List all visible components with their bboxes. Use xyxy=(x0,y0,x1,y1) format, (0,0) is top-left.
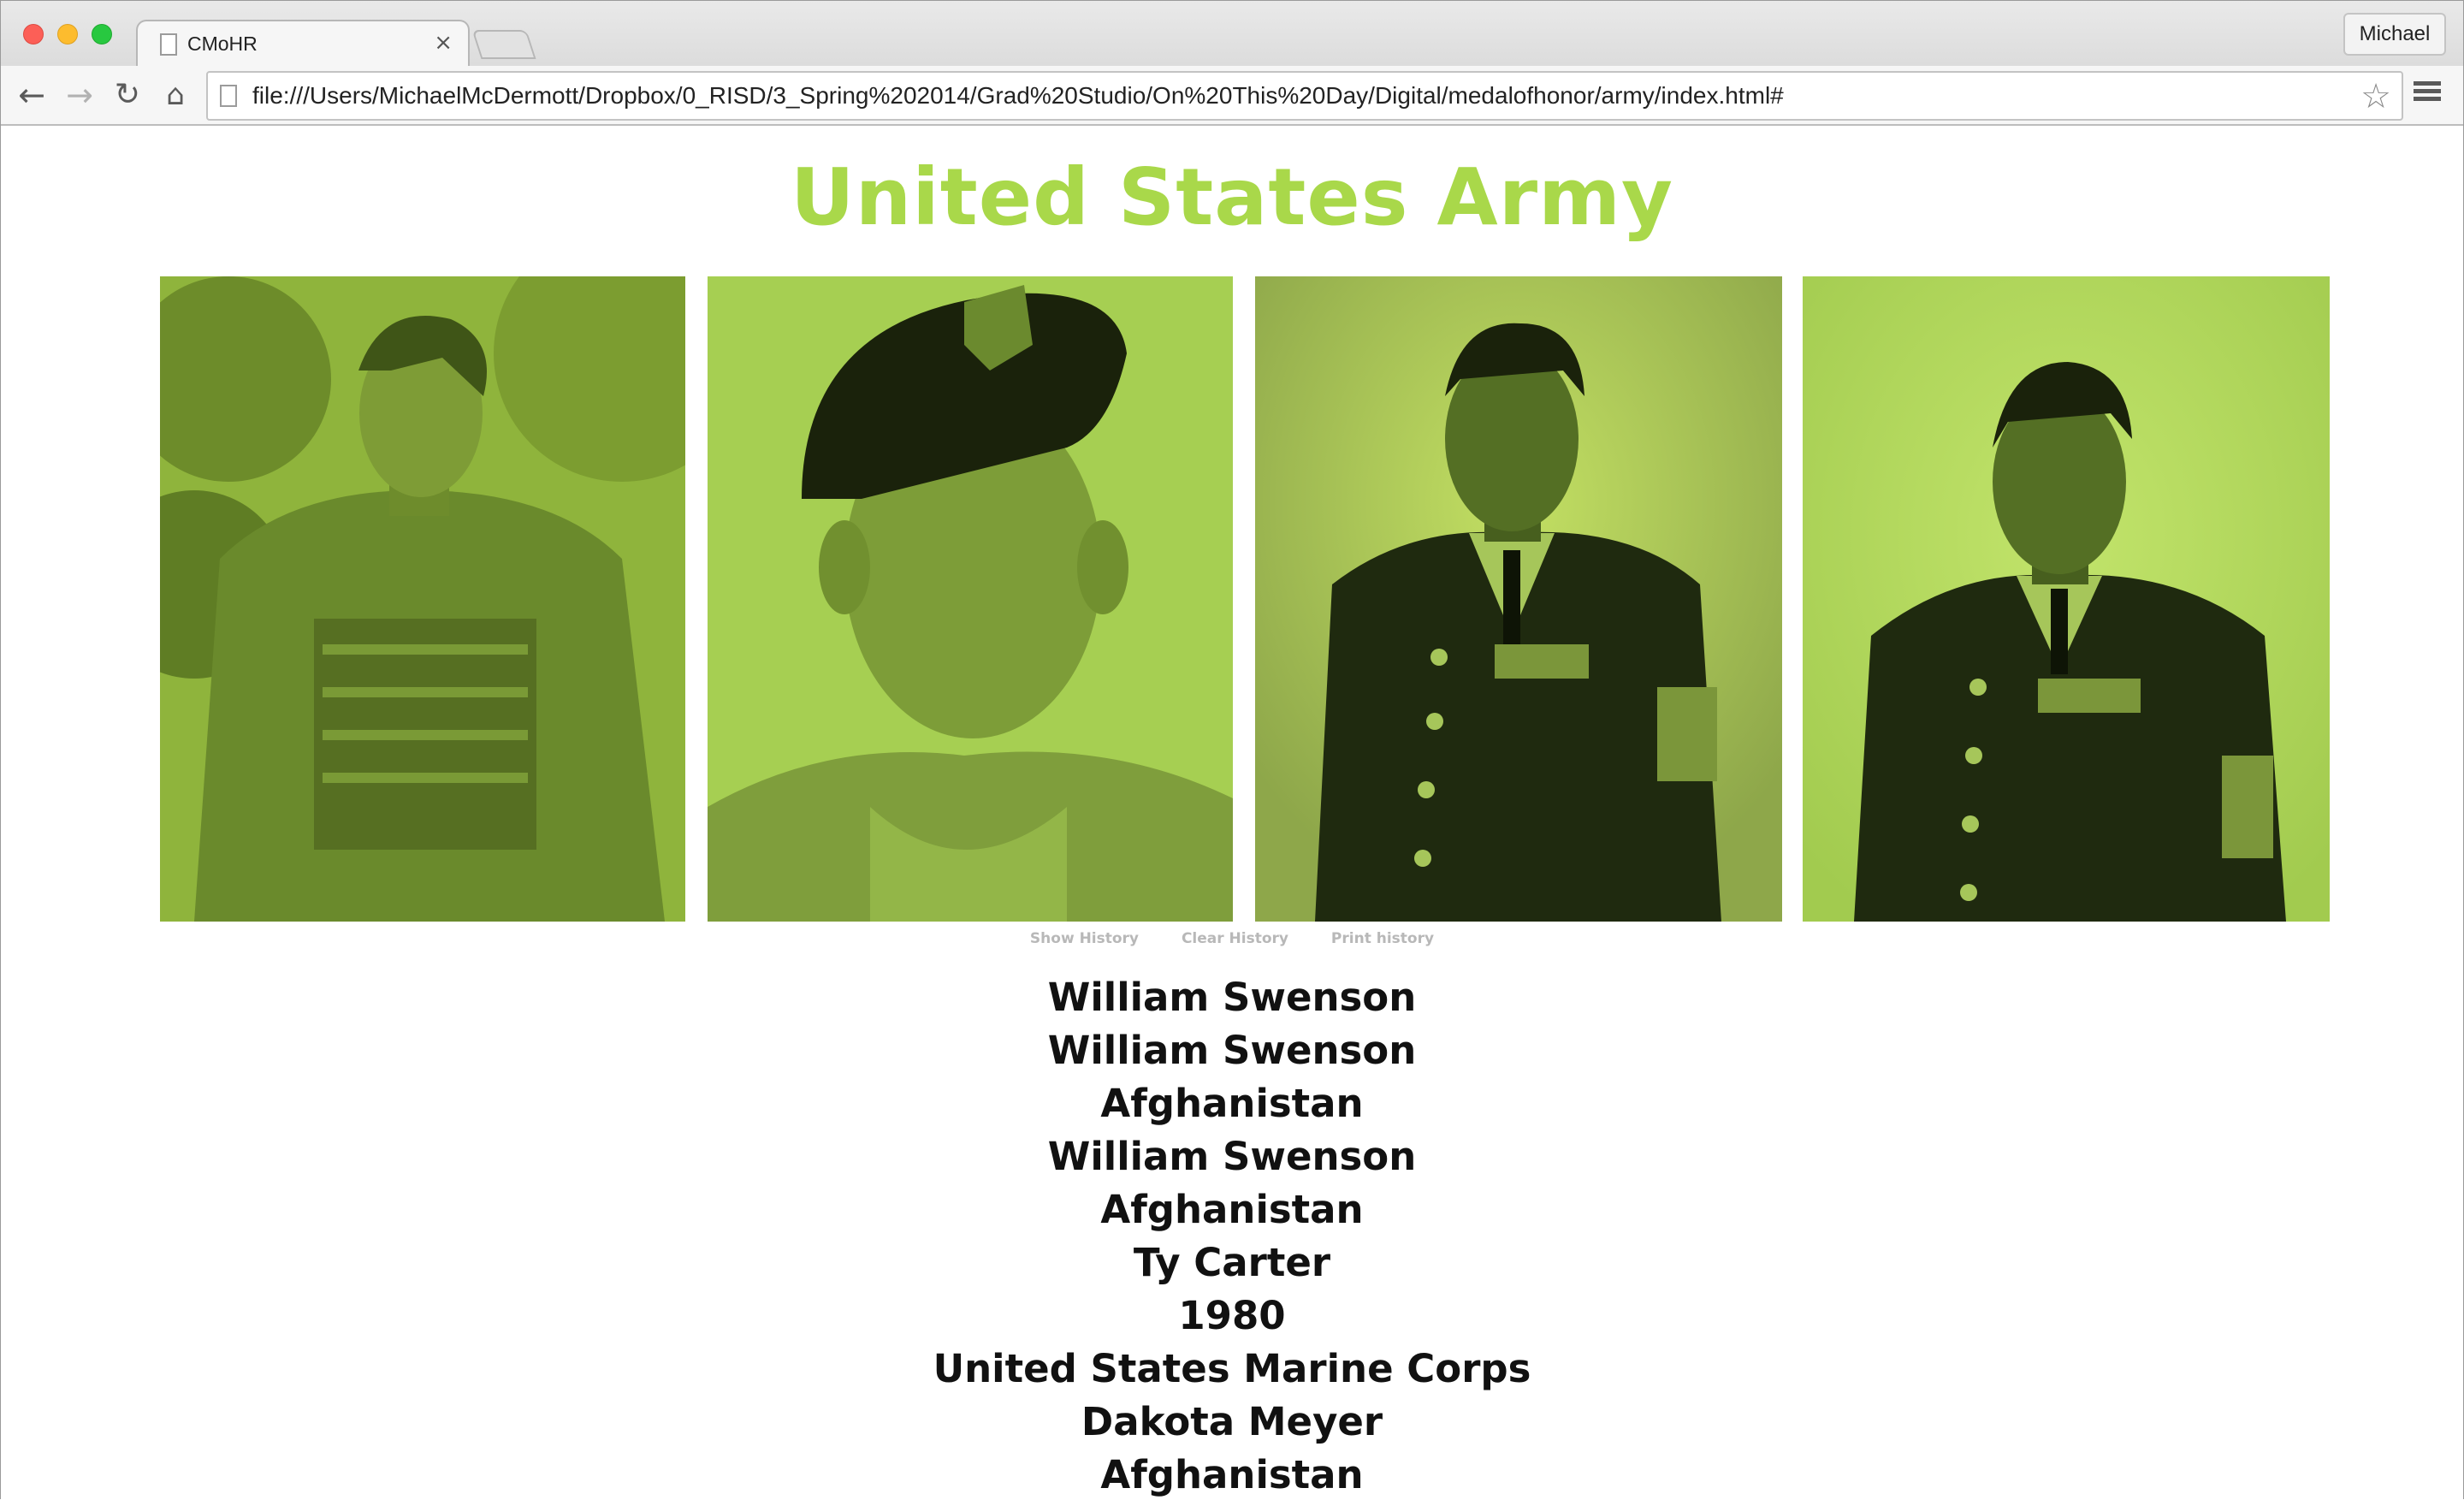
history-item: Ty Carter xyxy=(1133,1240,1331,1285)
history-list: William Swenson William Swenson Afghanis… xyxy=(1,971,2463,1500)
tab-title: CMoHR xyxy=(187,33,258,55)
history-item: Dakota Meyer xyxy=(1081,1399,1383,1444)
back-arrow-icon[interactable]: ← xyxy=(13,76,50,114)
browser-window: CMoHR × Michael ← → ↻ ⌂ file:///Users/Mi… xyxy=(0,0,2464,1500)
hamburger-menu-icon[interactable] xyxy=(2410,78,2444,112)
reload-icon[interactable]: ↻ xyxy=(109,76,146,114)
page-icon xyxy=(220,85,237,107)
soldier-photo-3[interactable] xyxy=(1255,276,1782,922)
tab-cmohr[interactable]: CMoHR × xyxy=(136,20,470,68)
page-content: United States Army Show History Clear Hi… xyxy=(1,127,2463,1500)
minimize-window-button[interactable] xyxy=(57,24,78,44)
soldier-portrait-dress-uniform-icon xyxy=(1255,276,1782,922)
show-history-link[interactable]: Show History xyxy=(1030,930,1139,947)
history-item: Afghanistan xyxy=(1100,1452,1364,1497)
toolbar: ← → ↻ ⌂ file:///Users/MichaelMcDermott/D… xyxy=(1,66,2463,126)
clear-history-link[interactable]: Clear History xyxy=(1182,930,1288,947)
soldier-photo-4[interactable] xyxy=(1803,276,2330,922)
print-history-link[interactable]: Print history xyxy=(1331,930,1434,947)
soldier-photo-2[interactable] xyxy=(708,276,1233,922)
soldier-portrait-camo-icon xyxy=(160,276,685,922)
history-item: 1980 xyxy=(1178,1293,1286,1338)
page-icon xyxy=(160,33,177,56)
history-item: United States Marine Corps xyxy=(933,1346,1531,1391)
soldier-portrait-beret-icon xyxy=(708,276,1233,922)
close-window-button[interactable] xyxy=(23,24,44,44)
tab-close-icon[interactable]: × xyxy=(434,30,453,56)
bookmark-star-icon[interactable]: ☆ xyxy=(2360,77,2391,116)
history-item: William Swenson xyxy=(1047,975,1417,1020)
history-item: Afghanistan xyxy=(1100,1081,1364,1126)
forward-arrow-icon[interactable]: → xyxy=(61,76,98,114)
history-controls: Show History Clear History Print history xyxy=(1,930,2463,947)
history-item: William Swenson xyxy=(1047,1134,1417,1179)
new-tab-button[interactable] xyxy=(471,30,536,59)
home-icon[interactable]: ⌂ xyxy=(157,76,194,114)
soldier-photo-1[interactable] xyxy=(160,276,685,922)
tab-strip: CMoHR × Michael xyxy=(1,1,2463,68)
url-text[interactable]: file:///Users/MichaelMcDermott/Dropbox/0… xyxy=(252,82,1784,110)
history-item: Afghanistan xyxy=(1100,1187,1364,1232)
address-bar[interactable]: file:///Users/MichaelMcDermott/Dropbox/0… xyxy=(206,71,2403,121)
profile-button[interactable]: Michael xyxy=(2343,13,2446,56)
history-item: William Swenson xyxy=(1047,1028,1417,1073)
soldier-portrait-dress-uniform-icon xyxy=(1803,276,2330,922)
zoom-window-button[interactable] xyxy=(92,24,112,44)
page-title: United States Army xyxy=(791,151,1673,243)
